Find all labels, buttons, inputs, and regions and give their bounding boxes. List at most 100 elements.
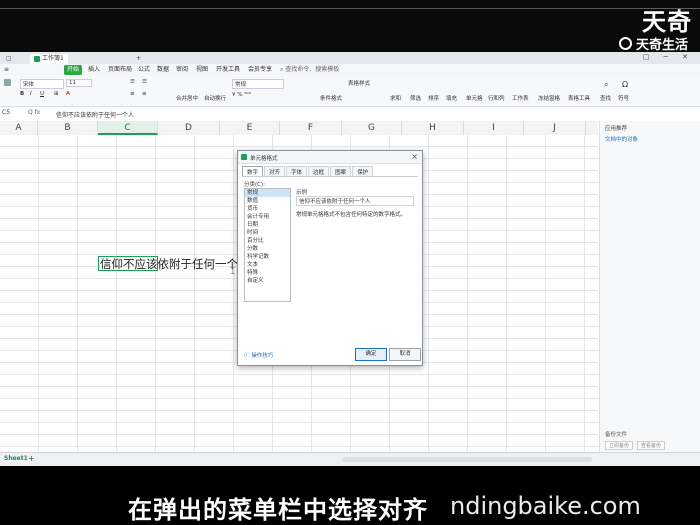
freeze-panes-button[interactable]: 冻结窗格 bbox=[538, 94, 560, 102]
find-button[interactable]: 查找 bbox=[600, 94, 611, 102]
document-tab[interactable]: 工作簿1 bbox=[30, 54, 68, 64]
new-tab-button[interactable]: + bbox=[132, 54, 145, 64]
align-middle-icon[interactable]: ☰ bbox=[142, 79, 147, 85]
sum-button[interactable]: 求和 bbox=[390, 94, 401, 102]
fill-button[interactable]: 填充 bbox=[446, 94, 457, 102]
hamburger-icon[interactable]: ≡ bbox=[4, 65, 9, 75]
cell-text: 信仰不应该依附于任何一个人 bbox=[100, 257, 250, 271]
menu-view[interactable]: 视图 bbox=[196, 65, 208, 75]
home-tab[interactable]: ▢ bbox=[2, 54, 16, 64]
symbol-button[interactable]: 符号 bbox=[618, 94, 629, 102]
sheet-tab-bar: Sheet1 + bbox=[0, 452, 700, 467]
right-task-pane: 应用推荐 文档中的对象 备份文件 立即备份 查看备份 bbox=[599, 121, 700, 452]
view-backup-button[interactable]: 查看备份 bbox=[637, 441, 666, 450]
sheet-tab-1[interactable]: Sheet1 bbox=[4, 455, 28, 462]
italic-button[interactable]: I bbox=[30, 91, 32, 97]
category-label: 分类(C): bbox=[244, 182, 265, 188]
horizontal-scrollbar[interactable] bbox=[342, 457, 592, 462]
category-time[interactable]: 时间 bbox=[245, 229, 290, 237]
formula-input[interactable]: 信仰不应该依附于任何一个人 bbox=[56, 110, 134, 119]
category-accounting[interactable]: 会计专用 bbox=[245, 213, 290, 221]
top-divider bbox=[0, 8, 700, 9]
bold-button[interactable]: B bbox=[20, 91, 24, 97]
dialog-titlebar: 单元格格式 × bbox=[238, 151, 422, 164]
font-name-select[interactable]: 宋体 bbox=[20, 79, 64, 89]
filter-button[interactable]: 筛选 bbox=[410, 94, 421, 102]
menu-home[interactable]: 开始 bbox=[64, 65, 83, 75]
sort-button[interactable]: 排序 bbox=[428, 94, 439, 102]
percent-button[interactable]: ¥ % ⁰⁰⁰ bbox=[232, 92, 251, 98]
paste-button[interactable] bbox=[4, 79, 13, 86]
column-header-b[interactable]: B bbox=[38, 121, 98, 135]
category-text[interactable]: 文本 bbox=[245, 261, 290, 269]
search-icon[interactable]: ⌕ bbox=[604, 80, 608, 90]
column-header-e[interactable]: E bbox=[220, 121, 280, 135]
fx-icon[interactable]: Q fx bbox=[28, 109, 40, 116]
menu-member[interactable]: 会员专享 bbox=[248, 65, 272, 75]
close-icon[interactable]: × bbox=[411, 152, 418, 161]
table-style-button[interactable]: 表格样式 bbox=[348, 79, 370, 87]
category-date[interactable]: 日期 bbox=[245, 221, 290, 229]
backup-now-button[interactable]: 立即备份 bbox=[605, 441, 634, 450]
font-color-button[interactable]: A bbox=[66, 91, 70, 97]
omega-icon[interactable]: Ω bbox=[622, 80, 628, 89]
column-header-h[interactable]: H bbox=[402, 121, 464, 135]
menu-developer[interactable]: 开发工具 bbox=[216, 65, 240, 75]
mouse-cursor-icon: ⌶ bbox=[230, 267, 236, 277]
menu-insert[interactable]: 插入 bbox=[88, 65, 100, 75]
name-box[interactable]: C5 bbox=[2, 109, 22, 119]
sample-value: 信仰不应该依附于任何一个人 bbox=[296, 196, 414, 206]
column-header-d[interactable]: D bbox=[158, 121, 220, 135]
watermark-logo: 天奇生活 bbox=[618, 34, 688, 53]
number-format-select[interactable]: 常规 bbox=[232, 79, 284, 89]
logo-circle-icon bbox=[618, 37, 632, 50]
menu-page-layout[interactable]: 页面布局 bbox=[108, 65, 132, 75]
category-currency[interactable]: 货币 bbox=[245, 205, 290, 213]
command-search[interactable]: ⌕ 查找命令、搜索模板 bbox=[280, 65, 339, 75]
category-percentage[interactable]: 百分比 bbox=[245, 237, 290, 245]
category-number[interactable]: 数值 bbox=[245, 197, 290, 205]
menu-formula[interactable]: 公式 bbox=[138, 65, 150, 75]
align-center-icon[interactable]: ≡ bbox=[142, 91, 147, 97]
underline-button[interactable]: U bbox=[40, 91, 44, 97]
dialog-app-icon bbox=[241, 154, 247, 160]
command-search-text: 查找命令、搜索模板 bbox=[285, 66, 340, 73]
tips-link[interactable]: ⓘ 操作技巧 bbox=[244, 351, 273, 359]
window-controls[interactable]: ▢ ─ ✕ bbox=[643, 53, 694, 61]
format-cells-dialog: 单元格格式 × 数字 对齐 字体 边框 图案 保护 分类(C): 常规 数值 货… bbox=[237, 150, 423, 366]
column-header-j[interactable]: J bbox=[524, 121, 586, 135]
paste-icon bbox=[4, 79, 11, 86]
menu-review[interactable]: 审阅 bbox=[176, 65, 188, 75]
font-size-select[interactable]: 11 bbox=[66, 79, 92, 87]
wrap-text-button[interactable]: 自动换行 bbox=[204, 94, 226, 102]
format-description: 常规单元格格式不包含任何特定的数字格式。 bbox=[296, 212, 407, 218]
category-scientific[interactable]: 科学记数 bbox=[245, 253, 290, 261]
column-header-a[interactable]: A bbox=[0, 121, 38, 135]
table-tools-button[interactable]: 表格工具 bbox=[568, 94, 590, 102]
task-pane-title: 应用推荐 bbox=[605, 126, 628, 132]
category-list[interactable]: 常规 数值 货币 会计专用 日期 时间 百分比 分数 科学记数 文本 特殊 自定… bbox=[244, 188, 291, 302]
add-sheet-button[interactable]: + bbox=[28, 454, 35, 463]
spreadsheet-icon bbox=[34, 55, 40, 62]
align-left-icon[interactable]: ≡ bbox=[130, 91, 135, 97]
column-header-i[interactable]: I bbox=[464, 121, 524, 135]
cancel-button[interactable]: 取消 bbox=[389, 348, 421, 361]
worksheet-button[interactable]: 工作表 bbox=[512, 94, 529, 102]
category-general[interactable]: 常规 bbox=[245, 189, 290, 197]
conditional-format-button[interactable]: 条件格式 bbox=[320, 94, 342, 102]
ok-button[interactable]: 确定 bbox=[355, 348, 387, 361]
border-button[interactable]: ⊞ bbox=[54, 91, 59, 97]
column-header-f[interactable]: F bbox=[280, 121, 342, 135]
category-special[interactable]: 特殊 bbox=[245, 269, 290, 277]
merge-center-button[interactable]: 合并居中 bbox=[176, 94, 198, 102]
menu-data[interactable]: 数据 bbox=[157, 65, 169, 75]
cell-button[interactable]: 单元格 bbox=[466, 94, 483, 102]
column-header-c[interactable]: C bbox=[98, 121, 158, 135]
formula-bar: C5 Q fx 信仰不应该依附于任何一个人 bbox=[0, 107, 700, 122]
column-header-g[interactable]: G bbox=[342, 121, 402, 135]
task-pane-link[interactable]: 文档中的对象 bbox=[605, 135, 638, 143]
category-fraction[interactable]: 分数 bbox=[245, 245, 290, 253]
category-custom[interactable]: 自定义 bbox=[245, 277, 290, 285]
align-top-icon[interactable]: ☰ bbox=[130, 79, 135, 85]
row-col-button[interactable]: 行和列 bbox=[488, 94, 505, 102]
